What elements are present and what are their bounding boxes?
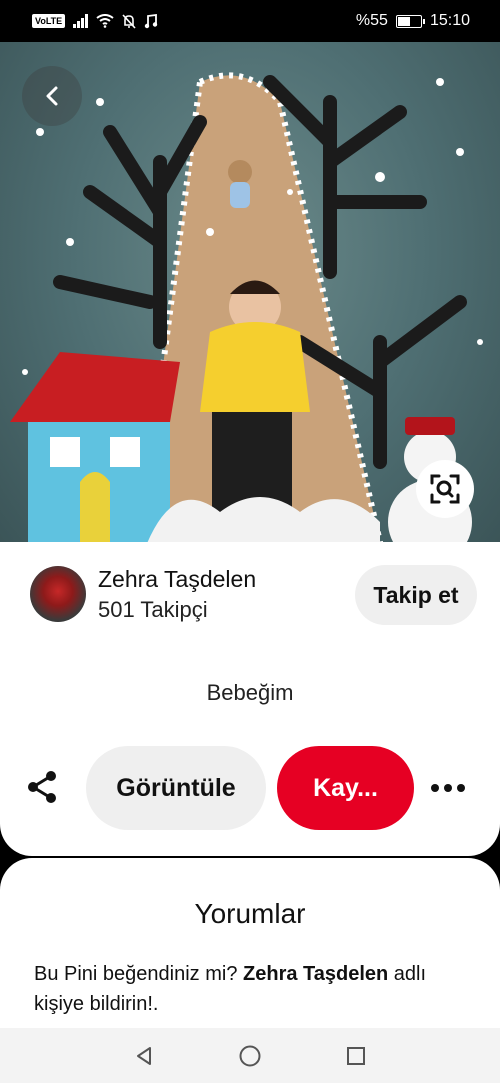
author-name[interactable]: Zehra Taşdelen bbox=[98, 566, 256, 593]
chevron-left-icon bbox=[46, 86, 58, 106]
nav-back-button[interactable] bbox=[91, 1028, 197, 1083]
pin-title: Bebeğim bbox=[206, 680, 294, 705]
paper-house bbox=[10, 352, 180, 542]
battery-fill bbox=[397, 16, 410, 26]
status-left: VoLTE bbox=[32, 13, 158, 29]
nav-recents-button[interactable] bbox=[303, 1028, 409, 1083]
volte-icon: VoLTE bbox=[32, 14, 66, 28]
share-icon bbox=[28, 771, 56, 803]
status-bar: VoLTE %55 15:10 bbox=[0, 0, 500, 42]
more-dots-icon bbox=[444, 784, 452, 792]
more-options-button[interactable] bbox=[428, 768, 468, 808]
back-button[interactable] bbox=[22, 66, 82, 126]
comments-prompt-prefix: Bu Pini beğendiniz mi? bbox=[34, 963, 244, 985]
system-nav-bar bbox=[0, 1028, 500, 1083]
signal-icon bbox=[73, 14, 89, 28]
wifi-icon bbox=[96, 14, 114, 28]
more-dots-icon bbox=[457, 784, 465, 792]
clock: 15:10 bbox=[429, 12, 470, 29]
triangle-back-icon bbox=[137, 1046, 151, 1065]
follow-button[interactable]: Takip et bbox=[355, 565, 477, 625]
pin-info-card: Zehra Taşdelen 501 Takipçi Takip et Bebe… bbox=[0, 542, 500, 856]
pin-image[interactable] bbox=[0, 42, 500, 562]
battery-percent: %55 bbox=[355, 12, 388, 29]
bell-off-icon bbox=[122, 13, 136, 29]
music-note-icon bbox=[144, 13, 158, 28]
save-button[interactable]: Kay... bbox=[277, 746, 414, 830]
share-button[interactable] bbox=[22, 767, 62, 807]
nav-home-button[interactable] bbox=[197, 1028, 303, 1083]
visual-search-button[interactable] bbox=[416, 460, 474, 518]
square-recents-icon bbox=[347, 1046, 365, 1065]
view-button[interactable]: Görüntüle bbox=[86, 746, 266, 830]
status-right: %55 15:10 bbox=[356, 12, 470, 30]
comments-prompt: Bu Pini beğendiniz mi? Zehra Taşdelen ad… bbox=[34, 959, 474, 1019]
comments-prompt-name[interactable]: Zehra Taşdelen bbox=[243, 963, 388, 985]
teddy-bear bbox=[228, 160, 252, 208]
visual-search-icon bbox=[430, 474, 460, 504]
more-dots-icon bbox=[431, 784, 439, 792]
circle-home-icon bbox=[239, 1045, 261, 1066]
comments-card: Yorumlar Bu Pini beğendiniz mi? Zehra Ta… bbox=[0, 858, 500, 1028]
avatar[interactable] bbox=[30, 566, 86, 622]
follower-count: 501 Takipçi bbox=[98, 597, 208, 622]
comments-title: Yorumlar bbox=[194, 898, 306, 929]
battery-icon bbox=[395, 14, 425, 28]
